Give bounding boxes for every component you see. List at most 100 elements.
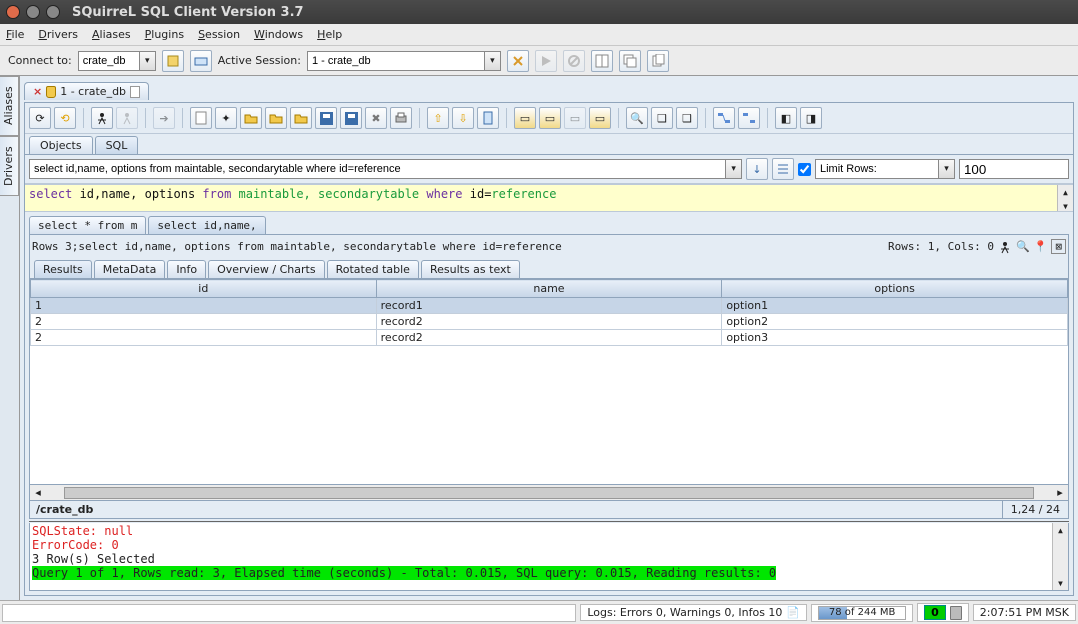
message-console[interactable]: SQLState: null ErrorCode: 0 3 Row(s) Sel… <box>29 523 1069 591</box>
configure-icon[interactable]: ✦ <box>215 107 237 129</box>
new-session-button[interactable] <box>190 50 212 72</box>
graph-icon[interactable] <box>713 107 735 129</box>
main-tabbar: Objects SQL <box>25 134 1073 155</box>
limit-rows-label <box>816 160 938 178</box>
close-result-icon[interactable]: ⊠ <box>1051 239 1066 254</box>
connect-button[interactable] <box>162 50 184 72</box>
result-tab[interactable]: Results as text <box>421 260 520 278</box>
tags-icon[interactable]: ❑ <box>676 107 698 129</box>
pin-icon[interactable]: 📍 <box>1034 240 1048 253</box>
window-minimize-icon[interactable] <box>26 5 40 19</box>
table-row[interactable]: 1record1option1 <box>31 298 1068 314</box>
copy-button[interactable] <box>647 50 669 72</box>
plugin-2-icon[interactable]: ◨ <box>800 107 822 129</box>
connect-to-input[interactable] <box>79 52 139 70</box>
hscrollbar[interactable]: ◂ ▸ <box>29 485 1069 501</box>
tab-objects[interactable]: Objects <box>29 136 93 154</box>
history-down-icon[interactable]: ↓ <box>746 158 768 180</box>
scroll-right-icon[interactable]: ▸ <box>1052 486 1068 499</box>
session-action-1[interactable] <box>507 50 529 72</box>
trash-icon[interactable] <box>950 606 962 620</box>
window-close-icon[interactable] <box>6 5 20 19</box>
menu-windows[interactable]: Windows <box>254 28 303 41</box>
result-tab[interactable]: Results <box>34 260 92 278</box>
sidetab-drivers[interactable]: Drivers <box>0 136 19 196</box>
nav-down-icon[interactable]: ⇩ <box>452 107 474 129</box>
new-sql-icon[interactable] <box>190 107 212 129</box>
col-header[interactable]: name <box>376 280 722 298</box>
result-tab[interactable]: Overview / Charts <box>208 260 324 278</box>
status-logs[interactable]: Logs: Errors 0, Warnings 0, Infos 10 📄 <box>580 604 807 621</box>
cell: record1 <box>376 298 722 314</box>
active-session-input[interactable] <box>308 52 484 70</box>
active-session-combo[interactable]: ▾ <box>307 51 501 71</box>
result-tab[interactable]: MetaData <box>94 260 166 278</box>
close-icon[interactable]: × <box>33 85 42 98</box>
scroll-thumb[interactable] <box>64 487 1034 499</box>
group-1-icon[interactable]: ▭ <box>514 107 536 129</box>
status-mem: 78 of 244 MB <box>811 604 913 622</box>
run-icon[interactable]: ⟲ <box>54 107 76 129</box>
limit-rows-checkbox[interactable] <box>798 163 811 176</box>
bookmarks-icon[interactable]: ❑ <box>651 107 673 129</box>
session-toolbar: ⟳ ⟲ ➔ ✦ ✖ ⇧ ⇩ <box>25 103 1073 134</box>
bookmark-icon[interactable] <box>477 107 499 129</box>
active-session-label: Active Session: <box>218 54 301 67</box>
menu-aliases[interactable]: Aliases <box>92 28 131 41</box>
session-tab-bar: × 1 - crate_db <box>24 80 1074 102</box>
chevron-down-icon[interactable]: ▾ <box>725 160 741 178</box>
run-person-icon[interactable] <box>91 107 113 129</box>
history-tab[interactable]: select * from m <box>29 216 146 234</box>
connect-to-combo[interactable]: ▾ <box>78 51 156 71</box>
rows-summary: Rows: 1, Cols: 0 <box>888 240 994 253</box>
group-4-icon[interactable]: ▭ <box>589 107 611 129</box>
open-folder-2-icon[interactable] <box>265 107 287 129</box>
col-header[interactable]: id <box>31 280 377 298</box>
table-row[interactable]: 2record2option3 <box>31 330 1068 346</box>
refresh-icon[interactable]: ⟳ <box>29 107 51 129</box>
search-icon[interactable]: 🔍 <box>626 107 648 129</box>
open-folder-icon[interactable] <box>240 107 262 129</box>
save-icon[interactable] <box>315 107 337 129</box>
editor-scrollbar[interactable]: ▴▾ <box>1057 185 1073 211</box>
plugin-1-icon[interactable]: ◧ <box>775 107 797 129</box>
history-tab[interactable]: select id,name, <box>148 216 265 234</box>
query-history-combo[interactable]: ▾ <box>29 159 742 179</box>
window-maximize-icon[interactable] <box>46 5 60 19</box>
tab-sql[interactable]: SQL <box>95 136 139 154</box>
history-list-icon[interactable] <box>772 158 794 180</box>
page-icon <box>130 86 140 98</box>
run-person-icon[interactable] <box>998 240 1012 254</box>
result-tab[interactable]: Info <box>167 260 206 278</box>
chevron-down-icon[interactable]: ▾ <box>139 52 155 70</box>
menu-help[interactable]: Help <box>317 28 342 41</box>
cascade-button[interactable] <box>619 50 641 72</box>
delete-icon[interactable]: ✖ <box>365 107 387 129</box>
table-row[interactable]: 2record2option2 <box>31 314 1068 330</box>
menu-plugins[interactable]: Plugins <box>145 28 184 41</box>
group-2-icon[interactable]: ▭ <box>539 107 561 129</box>
sidetab-aliases[interactable]: Aliases <box>0 76 19 136</box>
nav-up-icon[interactable]: ⇧ <box>427 107 449 129</box>
console-scrollbar[interactable]: ▴▾ <box>1052 523 1068 590</box>
print-icon[interactable] <box>390 107 412 129</box>
menu-drivers[interactable]: Drivers <box>38 28 78 41</box>
sql-editor[interactable]: select id,name, options from maintable, … <box>25 184 1073 212</box>
col-header[interactable]: options <box>722 280 1068 298</box>
session-tab[interactable]: × 1 - crate_db <box>24 82 149 100</box>
limit-rows-combo[interactable]: ▾ <box>815 159 955 179</box>
append-icon[interactable] <box>290 107 312 129</box>
query-history-input[interactable] <box>30 160 725 178</box>
magnify-icon[interactable]: 🔍 <box>1016 240 1030 253</box>
scroll-left-icon[interactable]: ◂ <box>30 486 46 499</box>
chevron-down-icon[interactable]: ▾ <box>938 160 954 178</box>
menu-file[interactable]: File <box>6 28 24 41</box>
limit-rows-value[interactable] <box>959 159 1069 179</box>
menu-session[interactable]: Session <box>198 28 240 41</box>
result-table-wrap[interactable]: idnameoptions 1record1option12record2opt… <box>29 279 1069 485</box>
tile-button[interactable] <box>591 50 613 72</box>
chevron-down-icon[interactable]: ▾ <box>484 52 500 70</box>
result-tab[interactable]: Rotated table <box>327 260 419 278</box>
save-as-icon[interactable] <box>340 107 362 129</box>
graph-2-icon[interactable] <box>738 107 760 129</box>
